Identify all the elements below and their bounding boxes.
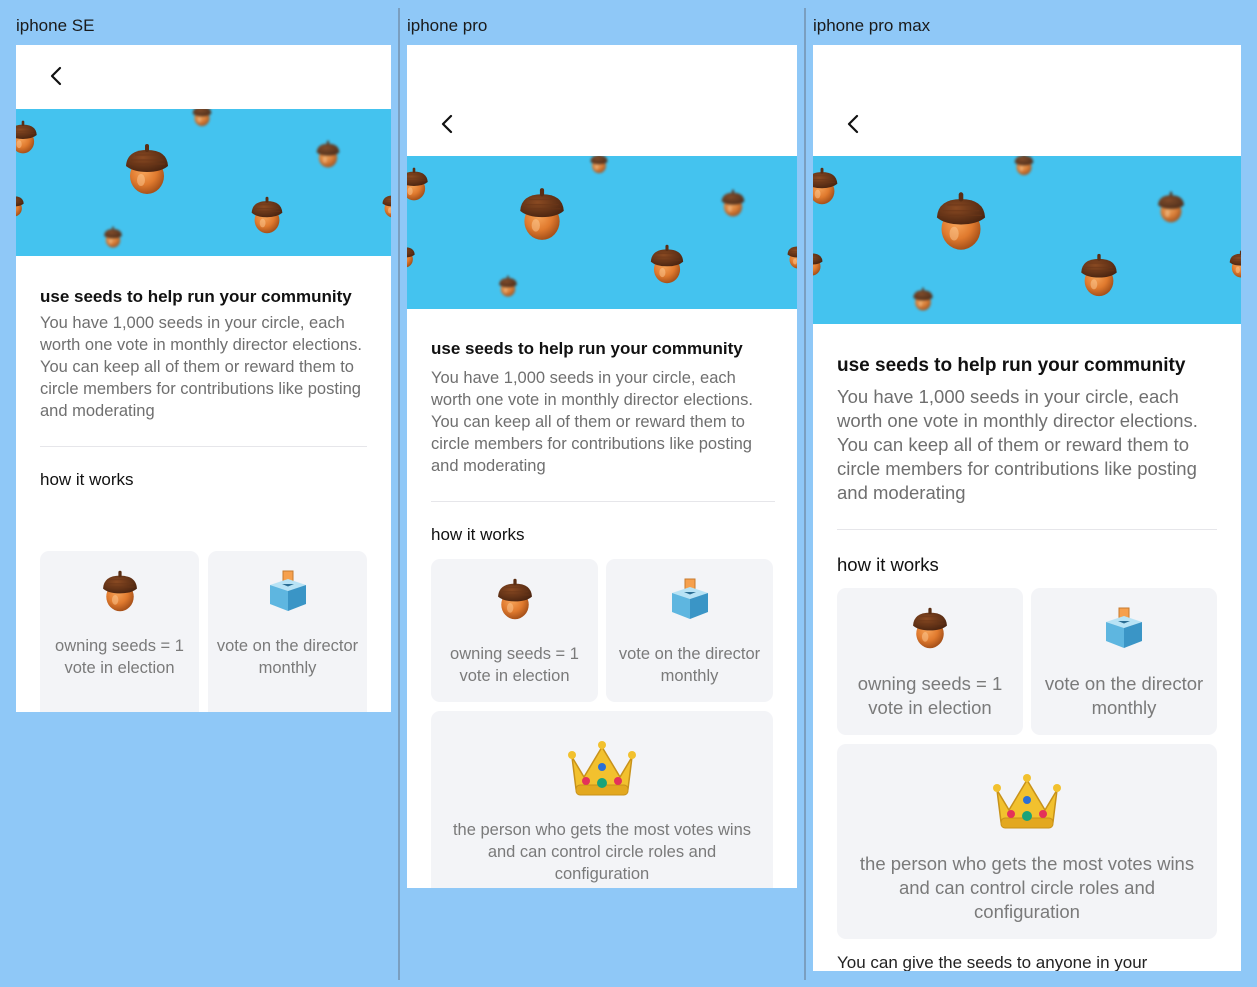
acorn-icon xyxy=(102,225,124,249)
card-text: owning seeds = 1 vote in election xyxy=(450,645,579,685)
page-description: You have 1,000 seeds in your circle, eac… xyxy=(431,369,753,475)
acorn-icon xyxy=(813,166,841,206)
card-owning-seeds: owning seeds = 1 vote in election xyxy=(431,559,598,702)
page-description: You have 1,000 seeds in your circle, eac… xyxy=(837,386,1198,503)
section-divider xyxy=(40,446,367,447)
card-owning-seeds: owning seeds = 1 vote in election xyxy=(837,588,1023,735)
card-vote-director: vote on the director monthly xyxy=(606,559,773,702)
page-description: You have 1,000 seeds in your circle, eac… xyxy=(40,314,362,420)
acorn-icon xyxy=(515,186,569,242)
frame-divider xyxy=(398,8,400,980)
page-title: use seeds to help run your community xyxy=(837,355,1186,376)
chevron-left-icon xyxy=(847,114,859,134)
hero-banner xyxy=(16,109,391,256)
card-text: vote on the director monthly xyxy=(216,637,359,677)
card-director-wins: the person who gets the most votes wins … xyxy=(431,711,773,888)
phone-pro: use seeds to help run your community You… xyxy=(407,45,797,888)
frame-label-pro: iphone pro xyxy=(407,16,488,35)
acorn-icon xyxy=(494,577,536,621)
section-divider xyxy=(431,501,775,502)
acorn-icon xyxy=(497,274,519,298)
acorn-icon xyxy=(380,187,391,223)
hero-banner xyxy=(407,156,797,309)
acorn-icon xyxy=(248,195,286,235)
acorn-icon xyxy=(16,119,40,155)
acorn-icon xyxy=(1009,156,1039,176)
acorn-icon xyxy=(407,242,417,270)
back-button[interactable] xyxy=(841,111,867,137)
page-title: use seeds to help run your community xyxy=(431,339,743,358)
frame-label-se: iphone SE xyxy=(16,16,95,35)
acorn-icon xyxy=(407,166,431,202)
page-title: use seeds to help run your community xyxy=(40,287,352,306)
crown-icon xyxy=(991,770,1063,834)
ballot-box-icon xyxy=(266,569,310,615)
acorn-icon xyxy=(99,569,141,613)
frame-label-pro-max: iphone pro max xyxy=(813,16,931,35)
acorn-icon xyxy=(16,191,26,219)
acorn-icon xyxy=(785,238,797,274)
how-it-works-heading: how it works xyxy=(40,470,134,489)
how-it-works-heading: how it works xyxy=(431,525,525,544)
chevron-left-icon xyxy=(50,66,62,86)
more-text: You can give the seeds to anyone in your xyxy=(837,953,1148,971)
card-owning-seeds: owning seeds = 1 vote in election xyxy=(40,551,199,712)
card-text: vote on the director monthly xyxy=(618,645,761,685)
card-director-wins: the person who gets the most votes wins … xyxy=(837,744,1217,939)
acorn-icon xyxy=(1227,244,1241,284)
chevron-left-icon xyxy=(441,114,453,134)
card-vote-director: vote on the director monthly xyxy=(208,551,367,712)
ballot-box-icon xyxy=(668,577,712,623)
acorn-icon xyxy=(647,242,687,286)
acorn-icon xyxy=(813,248,825,278)
acorn-icon xyxy=(909,606,951,650)
phone-se: use seeds to help run your community You… xyxy=(16,45,391,712)
acorn-icon xyxy=(1155,190,1187,224)
back-button[interactable] xyxy=(435,111,461,137)
card-text: vote on the director monthly xyxy=(1044,673,1204,718)
acorn-icon xyxy=(719,188,747,218)
card-text: the person who gets the most votes wins … xyxy=(859,853,1195,922)
acorn-icon xyxy=(121,142,173,196)
back-button[interactable] xyxy=(44,63,70,89)
how-it-works-heading: how it works xyxy=(837,554,939,575)
acorn-icon xyxy=(1077,252,1121,298)
acorn-icon xyxy=(911,286,935,312)
card-text: owning seeds = 1 vote in election xyxy=(55,637,184,677)
crown-icon xyxy=(566,737,638,801)
phone-pro-max: use seeds to help run your community You… xyxy=(813,45,1241,971)
card-text: the person who gets the most votes wins … xyxy=(452,821,752,883)
acorn-icon xyxy=(585,156,613,174)
card-vote-director: vote on the director monthly xyxy=(1031,588,1217,735)
acorn-icon xyxy=(931,190,991,252)
frame-divider xyxy=(804,8,806,980)
section-divider xyxy=(837,529,1217,530)
acorn-icon xyxy=(314,139,342,169)
ballot-box-icon xyxy=(1102,606,1146,652)
acorn-icon xyxy=(188,109,216,127)
hero-banner xyxy=(813,156,1241,324)
card-text: owning seeds = 1 vote in election xyxy=(857,673,1003,718)
